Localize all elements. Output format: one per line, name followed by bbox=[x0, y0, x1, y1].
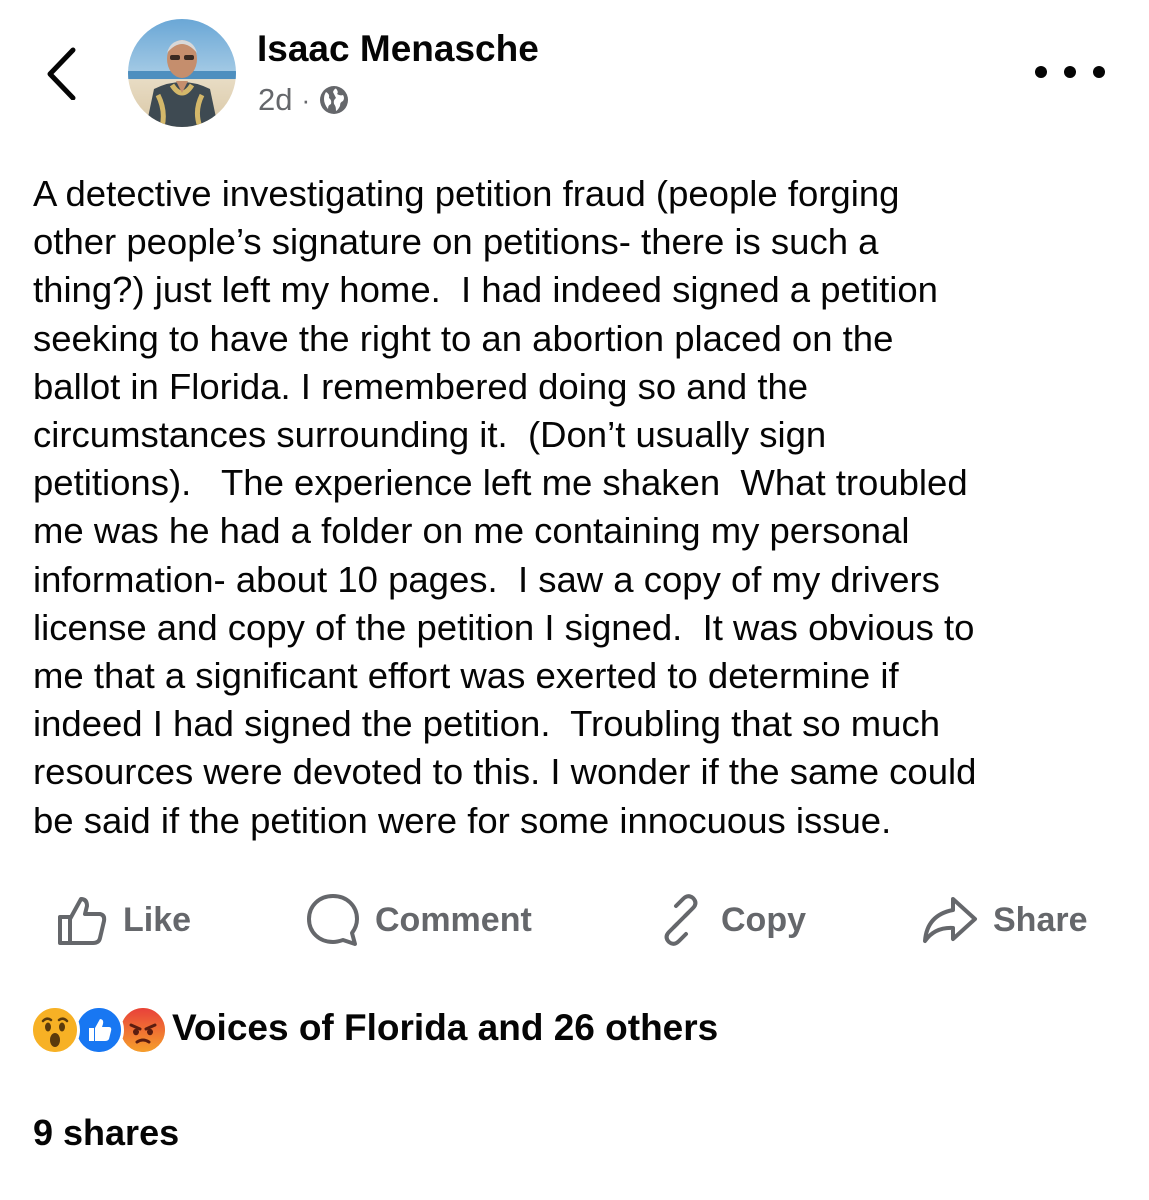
copy-link-button[interactable]: Copy bbox=[655, 885, 806, 955]
post-meta: 2d · bbox=[258, 80, 349, 120]
like-label: Like bbox=[123, 900, 192, 939]
chevron-left-icon bbox=[47, 47, 76, 101]
thumbs-up-icon bbox=[58, 897, 107, 945]
angry-icon bbox=[118, 1005, 168, 1055]
share-button[interactable]: Share bbox=[921, 885, 1088, 955]
avatar[interactable] bbox=[128, 19, 236, 127]
more-options-button[interactable] bbox=[1024, 52, 1116, 92]
post-time[interactable]: 2d bbox=[258, 82, 292, 118]
like-button[interactable]: Like bbox=[55, 885, 191, 955]
share-label: Share bbox=[993, 900, 1088, 939]
reactions-summary[interactable]: Voices of Florida and 26 others bbox=[30, 1003, 719, 1055]
comment-icon bbox=[307, 894, 359, 946]
meta-separator: · bbox=[301, 84, 311, 115]
post-header: Isaac Menasche 2d · bbox=[0, 0, 1149, 140]
post-actions: Like Comment Copy Share bbox=[0, 885, 1149, 955]
post-text: A detective investigating petition fraud… bbox=[33, 173, 977, 841]
avatar-photo bbox=[128, 19, 236, 127]
more-horizontal-icon bbox=[1035, 66, 1105, 78]
copy-label: Copy bbox=[721, 900, 806, 939]
reaction-icons bbox=[30, 1003, 168, 1055]
reactions-text: Voices of Florida and 26 others bbox=[172, 1007, 719, 1048]
comment-label: Comment bbox=[375, 900, 532, 939]
link-icon bbox=[664, 894, 698, 946]
shares-count[interactable]: 9 shares bbox=[33, 1112, 179, 1154]
share-arrow-icon bbox=[923, 897, 977, 943]
wow-icon bbox=[30, 1005, 80, 1055]
like-icon bbox=[74, 1005, 124, 1055]
author-name[interactable]: Isaac Menasche bbox=[257, 28, 539, 70]
back-button[interactable] bbox=[38, 44, 88, 101]
globe-icon bbox=[320, 86, 349, 114]
comment-button[interactable]: Comment bbox=[305, 885, 532, 955]
